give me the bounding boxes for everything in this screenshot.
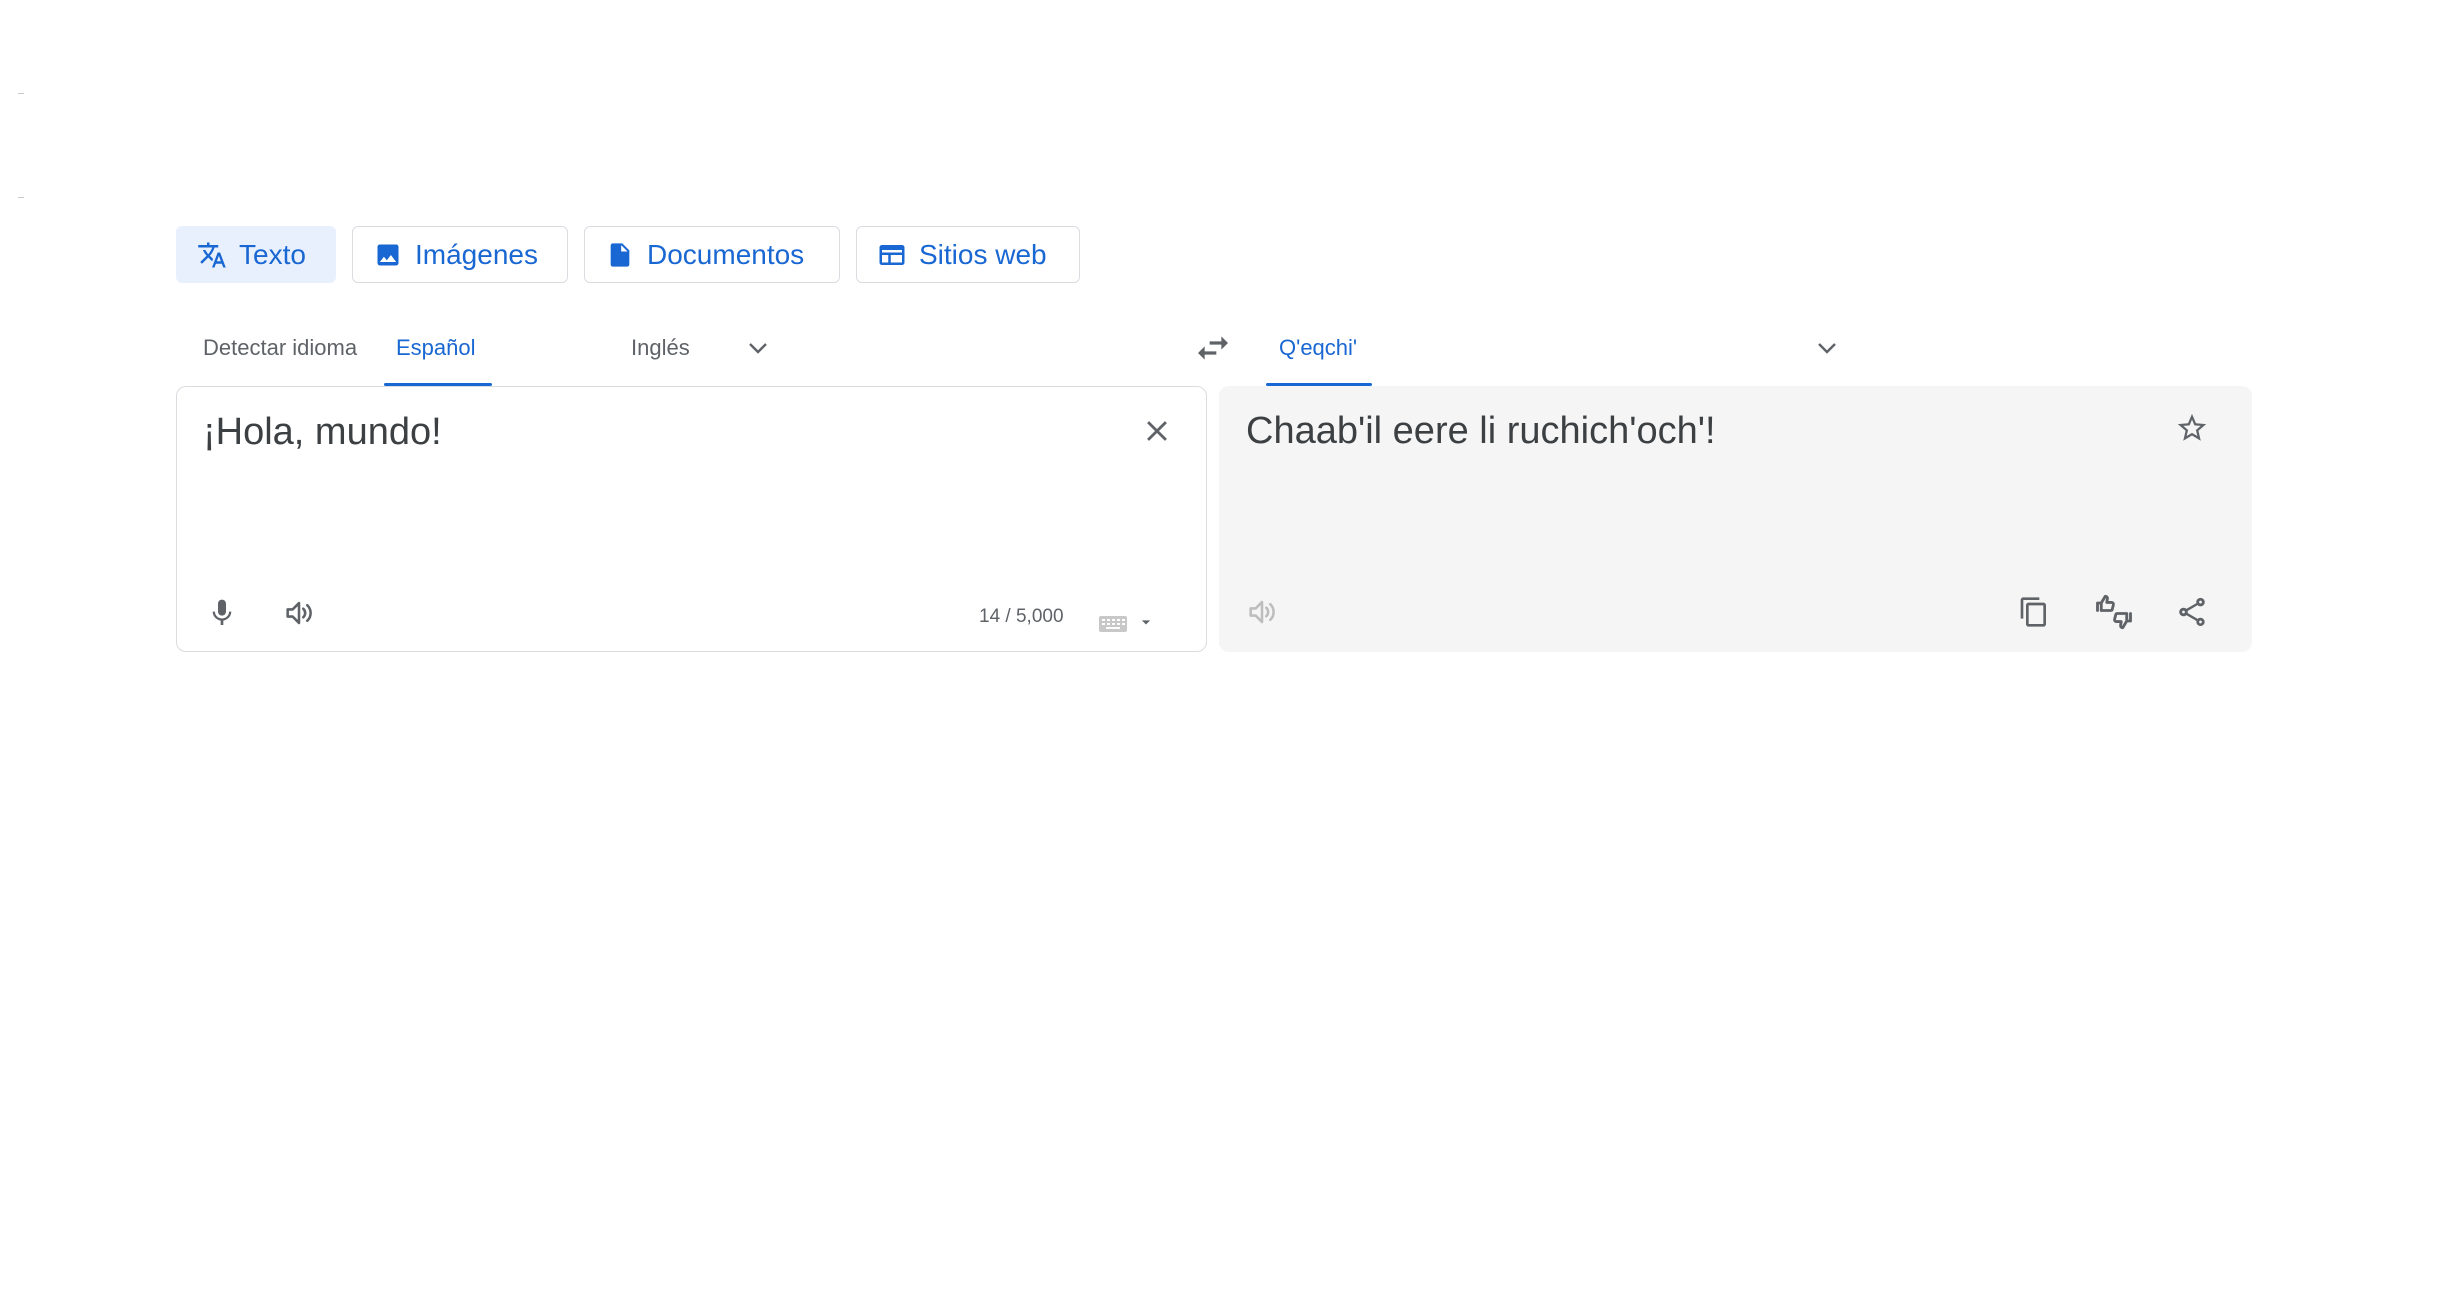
tab-documents[interactable]: Documentos	[584, 226, 840, 283]
target-lang-qeqchi[interactable]: Q'eqchi'	[1279, 333, 1357, 363]
tab-websites[interactable]: Sitios web	[856, 226, 1080, 283]
tab-text-label: Texto	[239, 238, 306, 270]
clear-text-close-icon[interactable]	[1137, 411, 1177, 451]
rate-translation-thumbs-icon[interactable]	[2092, 590, 2136, 634]
copy-icon[interactable]	[2014, 592, 2054, 632]
tab-images-label: Imágenes	[415, 238, 538, 270]
keyboard-icon[interactable]	[1095, 603, 1131, 643]
tab-text[interactable]: Texto	[176, 226, 336, 283]
source-lang-more-chevron-down-icon[interactable]	[742, 332, 774, 364]
source-panel: ¡Hola, mundo! 14 / 5,000	[176, 386, 1207, 652]
microphone-icon[interactable]	[202, 593, 242, 633]
source-lang-detect[interactable]: Detectar idioma	[203, 333, 357, 363]
listen-translation-speaker-icon	[1242, 592, 1282, 632]
image-icon	[373, 240, 403, 270]
source-lang-spanish[interactable]: Español	[396, 333, 476, 363]
website-icon	[877, 240, 907, 270]
share-icon[interactable]	[2172, 592, 2212, 632]
edge-mark	[18, 197, 24, 198]
translate-page: Texto Imágenes Documentos Sitios web Det…	[0, 0, 2438, 1295]
swap-languages-icon[interactable]	[1193, 328, 1233, 368]
document-icon	[605, 240, 635, 270]
character-counter: 14 / 5,000	[979, 606, 1064, 627]
edge-mark	[18, 93, 24, 94]
tab-websites-label: Sitios web	[919, 238, 1047, 270]
source-text-input[interactable]: ¡Hola, mundo!	[203, 409, 442, 455]
save-translation-star-icon[interactable]	[2172, 408, 2212, 448]
tab-images[interactable]: Imágenes	[352, 226, 568, 283]
input-tools-caret-down-icon[interactable]	[1131, 607, 1161, 637]
translate-icon	[197, 240, 227, 270]
mode-tabs: Texto Imágenes Documentos Sitios web	[176, 226, 1080, 283]
tab-documents-label: Documentos	[647, 238, 805, 270]
listen-source-speaker-icon[interactable]	[279, 593, 319, 633]
source-lang-english[interactable]: Inglés	[631, 333, 690, 363]
translation-output: Chaab'il eere li ruchich'och'!	[1246, 410, 1716, 452]
target-panel: Chaab'il eere li ruchich'och'!	[1219, 386, 2252, 652]
target-lang-more-chevron-down-icon[interactable]	[1811, 332, 1843, 364]
